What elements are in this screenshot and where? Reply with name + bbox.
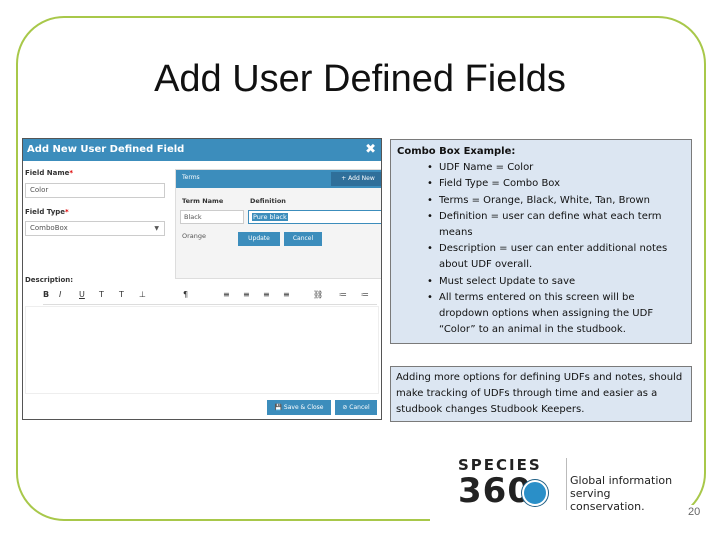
tagline-line-2: serving conservation. (570, 487, 645, 513)
cancel-term-button[interactable]: Cancel (284, 232, 322, 246)
description-editor[interactable] (25, 306, 379, 394)
page-number: 20 (688, 506, 701, 518)
logo-number: 360 (458, 471, 532, 511)
list-item: Must select Update to save (427, 274, 685, 290)
slide-title: Add User Defined Fields (154, 58, 566, 100)
field-type-select[interactable]: ComboBox ▼ (25, 221, 165, 236)
definition-header: Definition (250, 197, 286, 205)
list-item: Definition = user can define what each t… (427, 209, 685, 241)
field-type-label: Field Type* (25, 208, 69, 216)
field-name-label: Field Name* (25, 169, 74, 177)
note-title: Combo Box Example: (397, 146, 516, 157)
save-close-button[interactable]: 💾 Save & Close (267, 400, 331, 415)
strikethrough-icon[interactable]: ⊥ (139, 290, 146, 299)
logo-divider (566, 458, 567, 510)
list-item: Field Type = Combo Box (427, 176, 685, 192)
combo-box-example-note: Combo Box Example: UDF Name = Color Fiel… (390, 139, 692, 344)
update-button[interactable]: Update (238, 232, 280, 246)
terms-header: Terms + Add New (176, 170, 381, 188)
list-item: All terms entered on this screen will be… (427, 290, 685, 339)
dialog-header: Add New User Defined Field ✖ (23, 139, 381, 161)
link-icon[interactable]: ⛓ (313, 290, 323, 299)
underline-icon[interactable]: U (79, 290, 85, 299)
align-right-icon[interactable]: ≡ (263, 290, 270, 299)
editor-toolbar: B I U T T ⊥ ¶ ≡ ≡ ≡ ≡ ⛓ ≔ ≔ (43, 289, 377, 305)
close-icon[interactable]: ✖ (365, 139, 376, 161)
term-name-input[interactable]: Black (180, 210, 244, 224)
list-item: UDF Name = Color (427, 160, 685, 176)
field-name-input[interactable]: Color (25, 183, 165, 198)
chevron-down-icon: ▼ (154, 225, 159, 232)
add-new-button[interactable]: + Add New (331, 172, 381, 186)
align-left-icon[interactable]: ≡ (223, 290, 230, 299)
udf-tracking-note: Adding more options for defining UDFs an… (390, 366, 692, 422)
bulleted-list-icon[interactable]: ≔ (339, 290, 347, 299)
list-item: Description = user can enter additional … (427, 241, 685, 273)
note-bullet-list: UDF Name = Color Field Type = Combo Box … (427, 160, 685, 338)
numbered-list-icon[interactable]: ≔ (361, 290, 369, 299)
term-name-header: Term Name (182, 197, 224, 205)
paragraph-icon[interactable]: ¶ (183, 290, 188, 299)
list-item: Terms = Orange, Black, White, Tan, Brown (427, 193, 685, 209)
justify-icon[interactable]: ≡ (283, 290, 290, 299)
terms-label: Terms (182, 174, 200, 181)
italic-icon[interactable]: I (59, 290, 61, 299)
bold-icon[interactable]: B (43, 290, 49, 299)
subscript-icon[interactable]: T (119, 290, 124, 299)
terms-panel: Terms + Add New Term Name Definition Bla… (175, 169, 381, 279)
description-label: Description: (25, 276, 74, 284)
cancel-button[interactable]: ⊘ Cancel (335, 400, 377, 415)
species360-logo: SPECIES 360 Global information serving c… (458, 456, 688, 516)
globe-icon (522, 480, 548, 506)
add-udf-dialog: Add New User Defined Field ✖ Field Name*… (22, 138, 382, 420)
superscript-icon[interactable]: T (99, 290, 104, 299)
definition-input[interactable]: Pure black (248, 210, 381, 224)
term-row-orange: Orange (182, 232, 207, 240)
logo-tagline: Global information serving conservation. (570, 474, 688, 513)
tagline-line-1: Global information (570, 474, 673, 487)
dialog-title: Add New User Defined Field (27, 144, 185, 155)
align-center-icon[interactable]: ≡ (243, 290, 250, 299)
